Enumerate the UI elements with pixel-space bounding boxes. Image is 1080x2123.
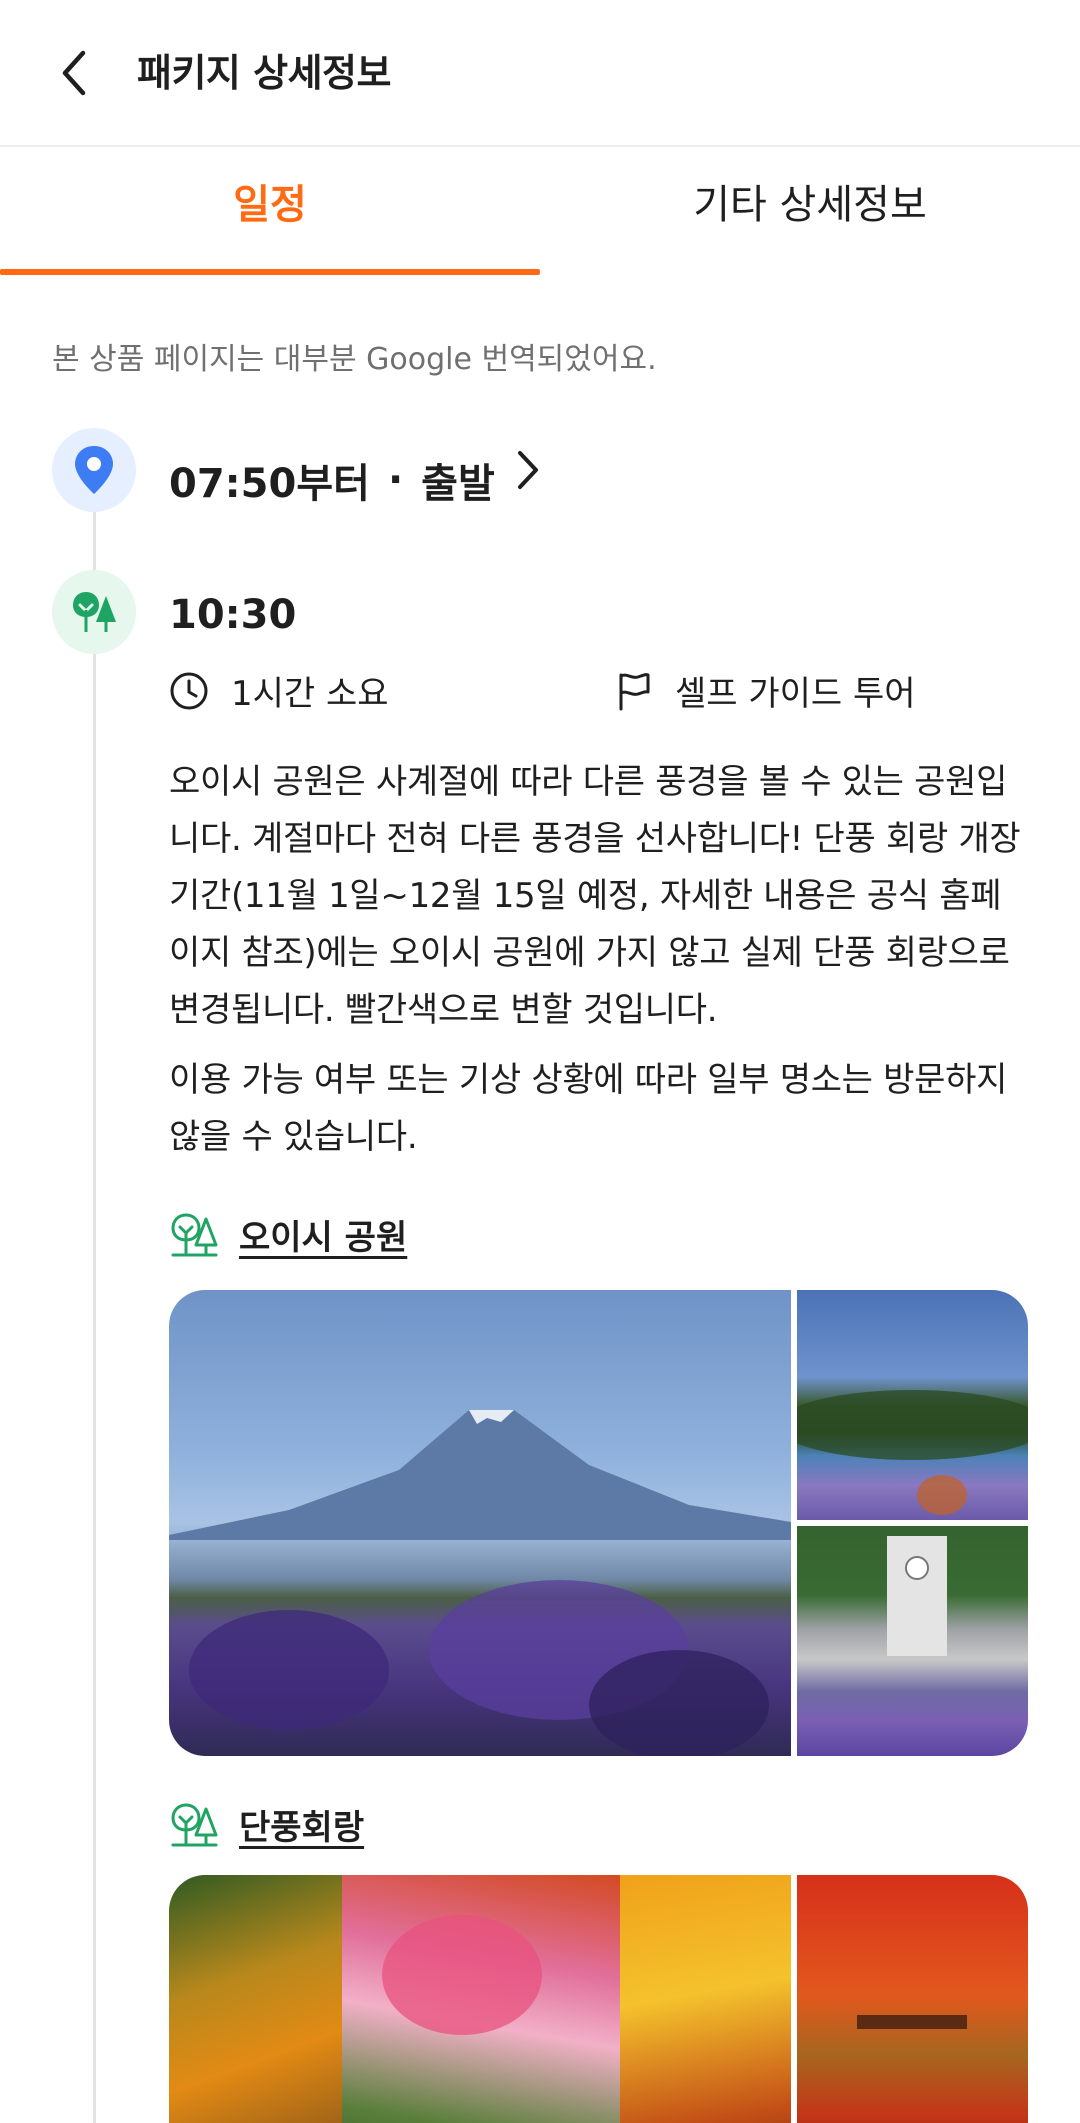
clock-icon bbox=[170, 672, 208, 709]
photo-autumn-corridor[interactable] bbox=[797, 1875, 1028, 2123]
trees-icon bbox=[171, 1802, 218, 1846]
duration-text: 1시간 소요 bbox=[231, 674, 389, 714]
chevron-left-icon bbox=[62, 50, 86, 96]
place-name: 단풍회랑 bbox=[239, 1808, 365, 1848]
start-marker bbox=[52, 428, 136, 512]
stop-marker bbox=[52, 570, 136, 654]
photo-gallery-maple-corridor[interactable] bbox=[169, 1875, 1028, 2123]
photo-lake-view[interactable] bbox=[797, 1290, 1028, 1520]
guide-type-text: 셀프 가이드 투어 bbox=[675, 674, 916, 714]
tab-itinerary-label: 일정 bbox=[233, 182, 307, 228]
translation-notice: 본 상품 페이지는 대부분 Google 번역되었어요. bbox=[52, 342, 657, 377]
tower-shape bbox=[887, 1536, 947, 1656]
trees-icon bbox=[73, 592, 116, 632]
mountain-shape bbox=[169, 1410, 791, 1540]
foliage-blob bbox=[382, 1915, 542, 2035]
lavender-blob bbox=[189, 1610, 389, 1730]
timeline-line bbox=[93, 505, 96, 2123]
hill-blob bbox=[797, 1390, 1028, 1460]
tab-other-details[interactable]: 기타 상세정보 bbox=[540, 149, 1080, 277]
photo-gallery-oishi-park[interactable] bbox=[169, 1290, 1028, 1756]
guide-info: 셀프 가이드 투어 bbox=[615, 666, 916, 715]
tab-bar: 일정 기타 상세정보 bbox=[0, 149, 1080, 277]
place-maple-corridor[interactable]: 단풍회랑 bbox=[169, 1800, 364, 1849]
photo-autumn-2[interactable] bbox=[342, 1875, 622, 2123]
bridge-shape bbox=[857, 2015, 967, 2029]
photo-autumn-1[interactable] bbox=[169, 1875, 344, 2123]
departure-detail-button[interactable] bbox=[508, 446, 548, 494]
chevron-right-icon bbox=[518, 451, 538, 489]
photo-clock-tower[interactable] bbox=[797, 1526, 1028, 1756]
place-name: 오이시 공원 bbox=[239, 1218, 408, 1258]
photo-lavender-fuji[interactable] bbox=[169, 1290, 791, 1756]
active-tab-indicator bbox=[0, 269, 540, 275]
trees-icon bbox=[171, 1212, 218, 1256]
separator-dot: · bbox=[387, 457, 404, 503]
stop-description: 오이시 공원은 사계절에 따라 다른 풍경을 볼 수 있는 공원입니다. 계절마… bbox=[169, 762, 1021, 1030]
stop-time: 10:30 bbox=[169, 592, 297, 638]
people-blob bbox=[917, 1475, 967, 1515]
app-header: 패키지 상세정보 bbox=[0, 0, 1080, 147]
flag-icon bbox=[619, 672, 650, 710]
departure-status: 출발 bbox=[421, 461, 495, 507]
duration-info: 1시간 소요 bbox=[169, 666, 389, 715]
lavender-blob bbox=[589, 1650, 769, 1756]
place-oishi-park[interactable]: 오이시 공원 bbox=[169, 1210, 407, 1259]
tab-itinerary[interactable]: 일정 bbox=[0, 149, 540, 277]
departure-row[interactable]: 07:50부터 · 출발 bbox=[169, 451, 495, 509]
location-pin-icon bbox=[75, 446, 113, 494]
stop-notice: 이용 가능 여부 또는 기상 상황에 따라 일부 명소는 방문하지 않을 수 있… bbox=[169, 1060, 1008, 1157]
clock-face bbox=[905, 1556, 929, 1580]
back-button[interactable] bbox=[44, 40, 104, 106]
departure-time: 07:50부터 bbox=[169, 461, 370, 507]
page-title: 패키지 상세정보 bbox=[137, 51, 391, 95]
photo-autumn-3[interactable] bbox=[620, 1875, 791, 2123]
tab-other-details-label: 기타 상세정보 bbox=[693, 182, 927, 228]
